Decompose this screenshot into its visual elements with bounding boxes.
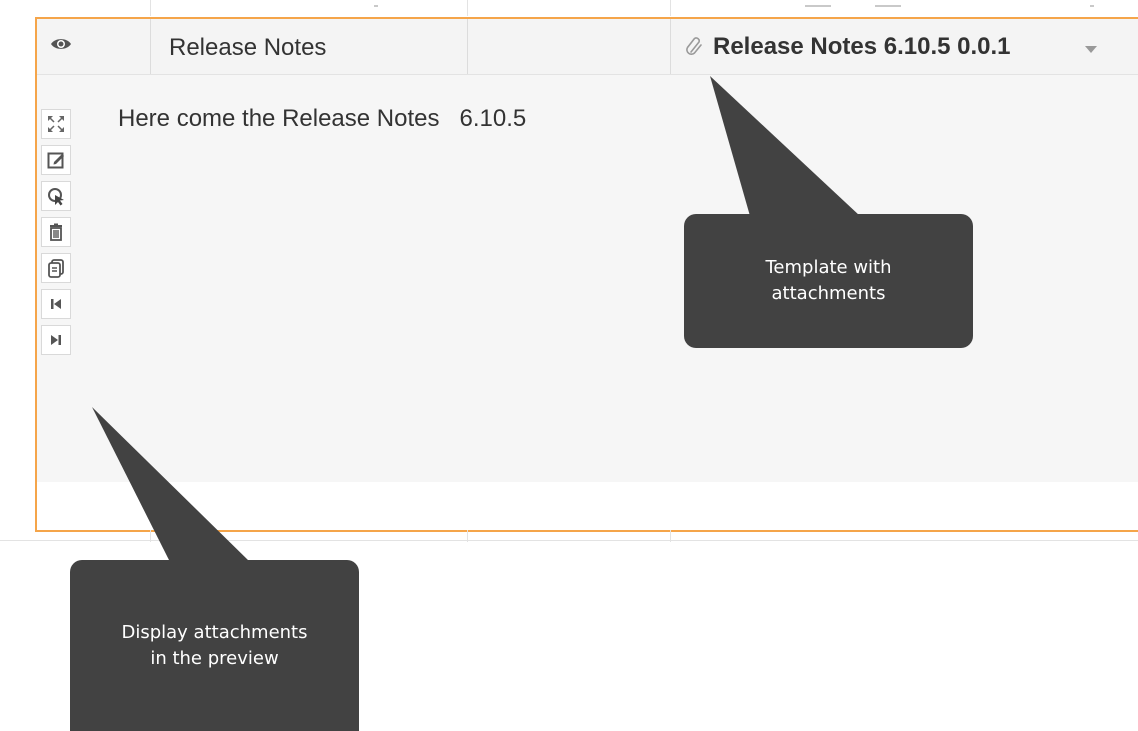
preview-text: Here come the Release Notes 6.10.5 bbox=[118, 105, 527, 132]
callout-line: Display attachments bbox=[121, 621, 308, 643]
previous-row-fragment bbox=[0, 0, 1138, 16]
first-button[interactable] bbox=[41, 289, 71, 319]
preview-toolbar bbox=[41, 109, 73, 361]
column-divider bbox=[467, 530, 468, 542]
chevron-down-icon[interactable] bbox=[1085, 46, 1097, 53]
screenshot-stage: Release Notes Release Notes 6.10.5 0.0.1… bbox=[0, 0, 1138, 731]
callout-line: attachments bbox=[771, 283, 886, 304]
callout-display-attachments: Display attachments in the preview bbox=[70, 560, 359, 731]
callout-line: Template with bbox=[765, 257, 892, 278]
clipped-text-fragment bbox=[875, 5, 901, 7]
eye-icon[interactable] bbox=[50, 37, 72, 51]
clipped-text-fragment bbox=[805, 5, 831, 7]
callout-template-with-attachments: Template with attachments bbox=[684, 214, 973, 348]
panel-footer bbox=[37, 482, 1138, 530]
column-divider bbox=[670, 19, 671, 74]
edit-icon bbox=[46, 150, 66, 170]
callout-line: in the preview bbox=[150, 647, 279, 669]
trash-icon bbox=[46, 222, 66, 242]
attachment-paperclip-icon bbox=[685, 37, 705, 57]
column-divider bbox=[467, 19, 468, 74]
select-button[interactable] bbox=[41, 181, 71, 211]
copy-button[interactable] bbox=[41, 253, 71, 283]
expand-icon bbox=[46, 114, 66, 134]
expand-button[interactable] bbox=[41, 109, 71, 139]
skip-to-last-icon bbox=[46, 330, 66, 350]
column-divider bbox=[150, 19, 151, 74]
skip-to-first-icon bbox=[46, 294, 66, 314]
delete-button[interactable] bbox=[41, 217, 71, 247]
column-divider bbox=[467, 0, 468, 16]
next-row-border bbox=[0, 540, 1138, 541]
row-title: Release Notes bbox=[169, 34, 327, 61]
copy-icon bbox=[46, 258, 66, 278]
column-divider bbox=[150, 0, 151, 16]
edit-button[interactable] bbox=[41, 145, 71, 175]
select-icon bbox=[46, 186, 66, 206]
column-divider bbox=[150, 530, 151, 542]
template-selector-label[interactable]: Release Notes 6.10.5 0.0.1 bbox=[713, 33, 1011, 61]
last-button[interactable] bbox=[41, 325, 71, 355]
column-divider bbox=[670, 0, 671, 16]
clipped-text-fragment bbox=[374, 5, 378, 7]
column-divider bbox=[670, 530, 671, 542]
row-header[interactable]: Release Notes Release Notes 6.10.5 0.0.1 bbox=[37, 19, 1138, 75]
clipped-text-fragment bbox=[1090, 5, 1094, 7]
